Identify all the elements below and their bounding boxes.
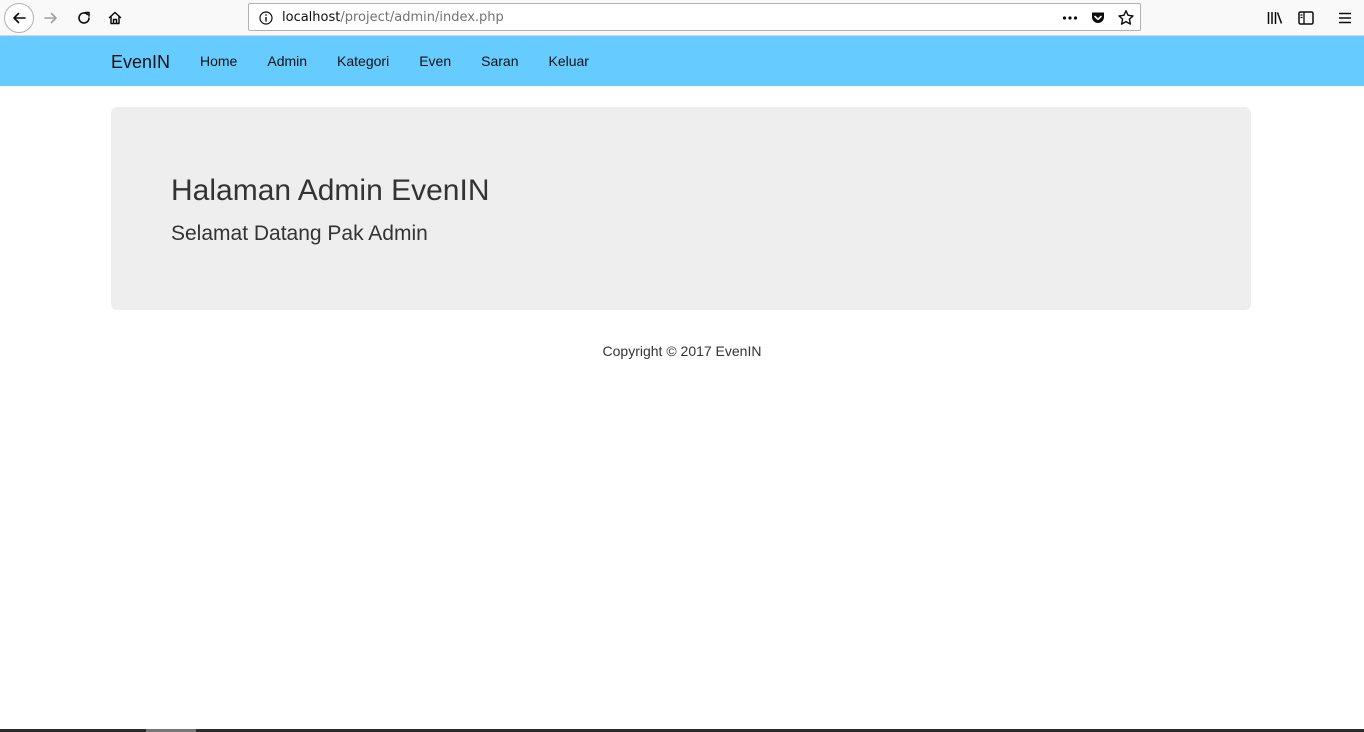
nav-item-saran: Saran (466, 36, 533, 86)
nav-item-even: Even (404, 36, 466, 86)
back-button[interactable] (4, 3, 34, 33)
bookmark-star-icon[interactable] (1117, 9, 1135, 27)
url-host: localhost (282, 10, 341, 25)
nav-link-keluar[interactable]: Keluar (533, 36, 603, 86)
nav-item-admin: Admin (252, 36, 322, 86)
forward-button[interactable] (36, 3, 66, 33)
nav-link-home[interactable]: Home (185, 36, 252, 86)
navbar-brand[interactable]: EvenIN (111, 52, 170, 72)
nav-item-home: Home (185, 36, 252, 86)
page-title: Halaman Admin EvenIN (171, 174, 490, 207)
forward-icon (44, 12, 57, 24)
menu-icon[interactable] (1334, 7, 1356, 29)
nav-link-saran[interactable]: Saran (466, 36, 533, 86)
info-icon[interactable] (258, 10, 274, 26)
more-icon[interactable] (1061, 9, 1079, 27)
home-icon (108, 11, 122, 25)
back-icon (13, 12, 26, 24)
pocket-icon[interactable] (1089, 9, 1107, 27)
browser-toolbar: localhost/project/admin/index.php (0, 0, 1364, 36)
copyright-text: Copyright © 2017 EvenIN (602, 343, 762, 359)
reload-icon (78, 11, 90, 24)
url-text[interactable]: localhost/project/admin/index.php (282, 10, 504, 26)
site-navbar: EvenIN Home Admin Kategori Even Saran Ke… (0, 36, 1364, 86)
address-bar[interactable]: localhost/project/admin/index.php (248, 3, 1141, 31)
nav-item-kategori: Kategori (322, 36, 404, 86)
library-icon[interactable] (1264, 7, 1286, 29)
welcome-jumbotron: Halaman Admin EvenIN Selamat Datang Pak … (111, 107, 1251, 310)
home-button[interactable] (100, 3, 130, 33)
nav-link-admin[interactable]: Admin (252, 36, 322, 86)
url-path: /project/admin/index.php (340, 10, 504, 25)
nav-item-keluar: Keluar (533, 36, 603, 86)
nav-link-kategori[interactable]: Kategori (322, 36, 404, 86)
nav-link-even[interactable]: Even (404, 36, 466, 86)
nav-menu: Home Admin Kategori Even Saran Keluar (185, 36, 604, 86)
sidebar-icon[interactable] (1295, 7, 1317, 29)
welcome-subtitle: Selamat Datang Pak Admin (171, 222, 428, 245)
reload-button[interactable] (69, 3, 99, 33)
footer: Copyright © 2017 EvenIN (0, 342, 1364, 360)
